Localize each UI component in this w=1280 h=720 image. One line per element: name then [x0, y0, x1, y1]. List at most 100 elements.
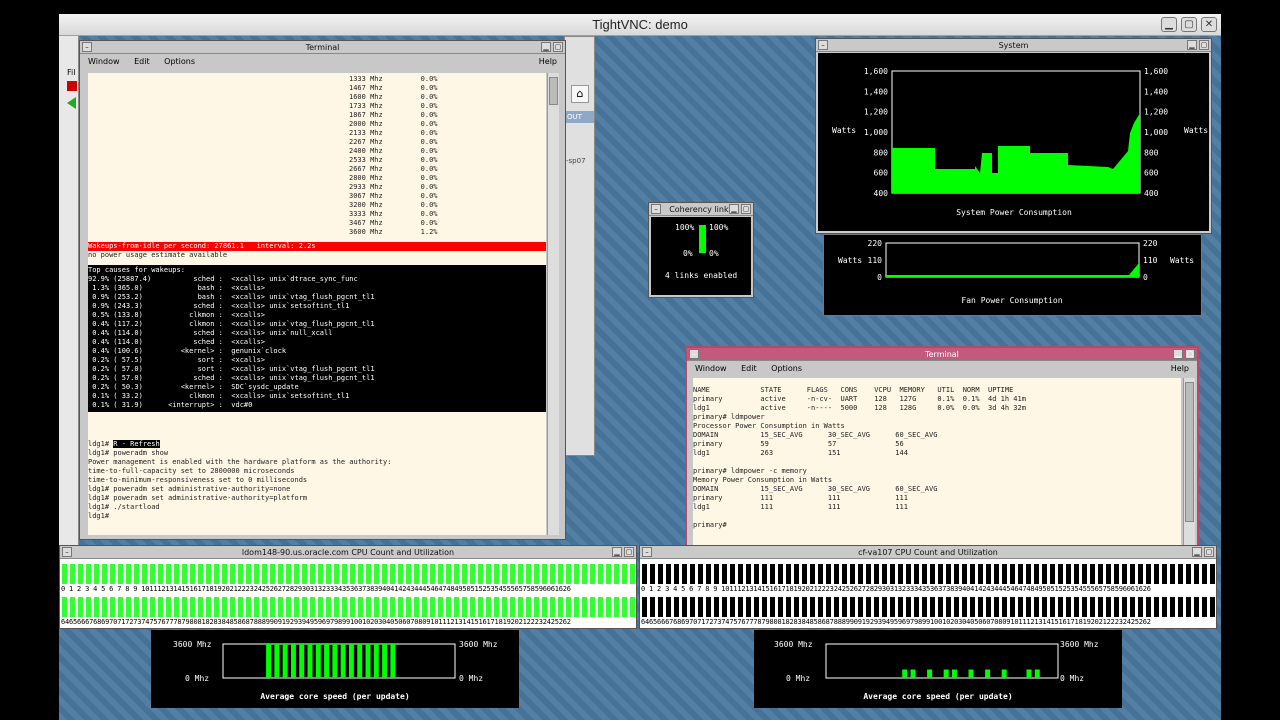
cpu-bar: [342, 597, 347, 617]
cpu-bar: [382, 564, 387, 584]
cpu-bar: [214, 564, 219, 584]
window-menu-icon[interactable]: –: [818, 40, 828, 50]
terminal-2-scrollbar[interactable]: [1183, 378, 1195, 550]
cpu-bar: [614, 597, 619, 617]
chart-caption: System Power Consumption: [956, 208, 1072, 217]
maximize-icon[interactable]: ▢: [1185, 349, 1195, 359]
cpu-bar: [906, 564, 911, 584]
cpu-bar: [606, 564, 611, 584]
cpu-bar: [430, 564, 435, 584]
terminal-line: 3333 Mhz 0.0%: [349, 210, 438, 218]
terminal-window-1[interactable]: – Terminal ▁ ▢ Window Edit Options Help …: [79, 40, 566, 540]
minimize-icon[interactable]: ▁: [541, 42, 551, 52]
terminal-window-2[interactable]: – Terminal ▁ ▢ Window Edit Options Help …: [685, 346, 1199, 554]
window-menu-icon[interactable]: –: [82, 42, 92, 52]
cpu-bar: [874, 564, 879, 584]
cpu-bar: [666, 564, 671, 584]
terminal-1-scrollbar[interactable]: [547, 73, 559, 535]
cpu-bar: [278, 564, 283, 584]
terminal-line: 0.2% ( 57.0) sched : <xcalls> unix`vtag_…: [88, 374, 375, 382]
menu-edit[interactable]: Edit: [741, 364, 757, 373]
menu-edit[interactable]: Edit: [134, 57, 150, 66]
cpu-bar: [882, 597, 887, 617]
system-window[interactable]: – System ▁ ▢ 1,600 1,600 1,400 1,400 1,200 1,…: [815, 38, 1212, 234]
cpu-window-right[interactable]: – cf-va107 CPU Count and Utilization ▁ ▢…: [639, 545, 1217, 629]
terminal-2-titlebar[interactable]: – Terminal ▁ ▢: [687, 348, 1197, 361]
minimize-icon[interactable]: ▁: [1187, 40, 1197, 50]
cpu-bar: [810, 564, 815, 584]
cpu-bar: [698, 597, 703, 617]
cpu-bar: [126, 597, 131, 617]
window-menu-icon[interactable]: –: [689, 349, 699, 359]
cpu-bar: [502, 597, 507, 617]
menu-options[interactable]: Options: [771, 364, 802, 373]
terminal-1-output[interactable]: 1333 Mhz 0.0% 1467 Mhz 0.0% 1600 Mhz 0.0% 1…: [88, 73, 546, 535]
terminal-1-titlebar[interactable]: – Terminal ▁ ▢: [80, 41, 565, 54]
cpu-bar: [642, 564, 647, 584]
maximize-icon[interactable]: ▢: [1181, 17, 1197, 32]
menu-options[interactable]: Options: [164, 57, 195, 66]
back-arrow-icon[interactable]: [67, 97, 76, 109]
cpu-window-left[interactable]: – ldom148-90.us.oracle.com CPU Count and…: [59, 545, 637, 629]
coherency-titlebar[interactable]: – Coherency links ▁ ▢: [649, 203, 753, 216]
cpu-bar: [190, 564, 195, 584]
cpu-bar: [714, 597, 719, 617]
cpu-left-titlebar[interactable]: – ldom148-90.us.oracle.com CPU Count and…: [60, 546, 636, 559]
scroll-thumb[interactable]: [549, 77, 558, 105]
minimize-icon[interactable]: ▁: [1161, 17, 1177, 32]
terminal-line: 1600 Mhz 0.0%: [349, 93, 438, 101]
terminal-line: Processor Power Consumption in Watts: [693, 422, 845, 430]
coherency-window[interactable]: – Coherency links ▁ ▢ 100% 100% 0% 0% 4 …: [648, 202, 754, 298]
minimize-icon[interactable]: ▁: [1192, 547, 1202, 557]
cpu-bar: [1090, 597, 1095, 617]
maximize-icon[interactable]: ▢: [1199, 40, 1209, 50]
window-menu-icon[interactable]: –: [62, 547, 72, 557]
y-label-left: Watts: [838, 256, 862, 265]
cpu-bar: [310, 597, 315, 617]
cpu-bar: [762, 564, 767, 584]
minimize-icon[interactable]: ▁: [1173, 349, 1183, 359]
menu-window[interactable]: Window: [88, 57, 120, 66]
maximize-icon[interactable]: ▢: [1204, 547, 1214, 557]
speed-bar: [274, 644, 280, 678]
cpu-bar: [1058, 597, 1063, 617]
cpu-bar: [778, 597, 783, 617]
window-menu-icon[interactable]: –: [651, 204, 661, 214]
window-menu-icon[interactable]: –: [642, 547, 652, 557]
terminal-2-output[interactable]: NAME STATE FLAGS CONS VCPU MEMORY UTIL N…: [693, 378, 1181, 550]
maximize-icon[interactable]: ▢: [741, 204, 751, 214]
cpu-bar: [722, 564, 727, 584]
cpu-bar: [898, 564, 903, 584]
system-titlebar[interactable]: – System ▁ ▢: [816, 39, 1211, 52]
coherency-panel: 100% 100% 0% 0% 4 links enabled: [651, 217, 751, 295]
scroll-thumb[interactable]: [1185, 382, 1194, 522]
menu-window[interactable]: Window: [695, 364, 727, 373]
maximize-icon[interactable]: ▢: [624, 547, 634, 557]
cpu-bar: [398, 564, 403, 584]
vnc-titlebar[interactable]: TightVNC: demo ▁ ▢ ✕: [59, 14, 1221, 36]
cpu-bar: [1066, 597, 1071, 617]
speed-bar: [290, 644, 296, 678]
menu-help[interactable]: Help: [539, 54, 557, 69]
home-icon[interactable]: ⌂: [571, 85, 589, 103]
terminal-1-menubar: Window Edit Options Help: [80, 54, 565, 69]
minimize-icon[interactable]: ▁: [729, 204, 739, 214]
cpu-right-titlebar[interactable]: – cf-va107 CPU Count and Utilization ▁ ▢: [640, 546, 1216, 559]
cpu-bar: [318, 564, 323, 584]
y-label-left: Watts: [832, 126, 856, 135]
cpu-bar: [978, 564, 983, 584]
maximize-icon[interactable]: ▢: [553, 42, 563, 52]
terminal-line: primary active -n-cv- UART 128 127G 0.1%…: [693, 395, 1026, 403]
cpu-bar: [1106, 597, 1111, 617]
cpu-bar: [486, 597, 491, 617]
prompt: ldg1#: [88, 440, 114, 448]
speed-bar: [968, 669, 974, 678]
terminal-line: 3467 Mhz 0.0%: [349, 219, 438, 227]
cpu-bar: [1170, 597, 1175, 617]
cpu-bar: [494, 597, 499, 617]
cpu-bar: [658, 597, 663, 617]
menu-help[interactable]: Help: [1171, 361, 1189, 376]
close-icon[interactable]: ✕: [1201, 17, 1217, 32]
minimize-icon[interactable]: ▁: [612, 547, 622, 557]
cpu-bar: [834, 564, 839, 584]
